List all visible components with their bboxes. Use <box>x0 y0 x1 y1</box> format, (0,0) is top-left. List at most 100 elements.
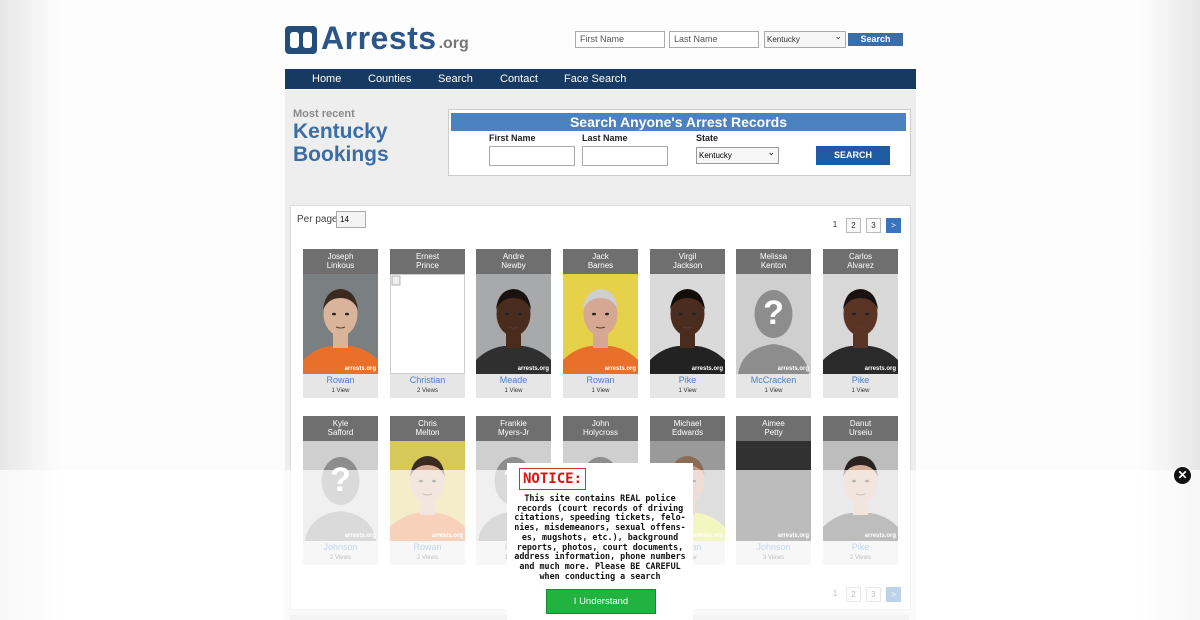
view-count: 2 Views <box>417 388 438 394</box>
mugshot-image[interactable]: arrests.org <box>563 274 638 374</box>
header-state-select[interactable]: Kentucky <box>764 29 846 48</box>
mugshot-image[interactable]: ? arrests.org <box>736 274 811 374</box>
booking-first-name: Kyle <box>332 419 349 428</box>
booking-first-name: Chris <box>418 419 437 428</box>
state-select[interactable]: Kentucky <box>696 145 779 164</box>
view-count: 1 View <box>591 388 610 394</box>
booking-card[interactable]: Melissa Kenton? arrests.org McCracken 1 View <box>736 249 811 398</box>
page-3[interactable]: 3 <box>866 218 881 233</box>
notice-title: NOTICE: <box>519 468 587 490</box>
booking-name[interactable]: Ernest Prince <box>390 249 465 274</box>
booking-first-name: Jack <box>592 252 609 261</box>
county-link[interactable]: Christian <box>390 375 465 385</box>
booking-last-name: Newby <box>501 261 526 270</box>
booking-card[interactable]: Joseph Linkous arrests.org Rowan 1 View <box>303 249 378 398</box>
view-count: 1 View <box>504 388 523 394</box>
booking-last-name: Urseiu <box>848 428 873 437</box>
booking-last-name: Linkous <box>326 261 355 270</box>
booking-first-name: Melissa <box>759 252 788 261</box>
mugshot-image[interactable]: arrests.org <box>303 274 378 374</box>
notice-line: when conducting a search <box>539 570 661 581</box>
booking-name[interactable]: Carlos Alvarez <box>823 249 898 274</box>
booking-name[interactable]: Frankie Myers-Jr <box>476 416 551 441</box>
view-count: 1 View <box>764 388 783 394</box>
per-page-label: Per page <box>297 214 338 225</box>
search-button[interactable]: SEARCH <box>816 146 890 165</box>
last-name-field[interactable] <box>582 146 668 166</box>
header-first-name-input[interactable]: First Name <box>575 31 665 48</box>
first-name-field[interactable] <box>489 146 575 166</box>
booking-last-name: Barnes <box>587 261 614 270</box>
booking-first-name: Aimee <box>762 419 785 428</box>
page-next[interactable]: > <box>886 218 901 233</box>
main-nav: Home Counties Search Contact Face Search <box>285 69 916 89</box>
header-search-button[interactable]: Search <box>848 33 903 46</box>
mugshot-image[interactable] <box>390 274 465 374</box>
booking-name[interactable]: Virgil Jackson <box>650 249 725 274</box>
booking-first-name: Danut <box>849 419 872 428</box>
mugshot-image[interactable]: arrests.org <box>476 274 551 374</box>
watermark: arrests.org <box>864 366 896 372</box>
county-link[interactable]: Pike <box>650 375 725 385</box>
i-understand-button[interactable]: I Understand <box>546 589 656 614</box>
view-count: 1 View <box>678 388 697 394</box>
booking-first-name: Frankie <box>500 419 527 428</box>
county-link[interactable]: Rowan <box>563 375 638 385</box>
county-link[interactable]: McCracken <box>736 375 811 385</box>
watermark: arrests.org <box>777 366 809 372</box>
county-link[interactable]: Meade <box>476 375 551 385</box>
most-recent-label: Most recent <box>293 108 355 120</box>
header-last-name-input[interactable]: Last Name <box>669 31 759 48</box>
booking-last-name: Holycross <box>582 428 619 437</box>
last-name-label: Last Name <box>582 133 628 143</box>
booking-last-name: Prince <box>416 261 439 270</box>
booking-name[interactable]: Michael Edwards <box>650 416 725 441</box>
nav-search[interactable]: Search <box>438 73 473 85</box>
booking-name[interactable]: Danut Urseiu <box>823 416 898 441</box>
state-label: State <box>696 133 719 143</box>
booking-card[interactable]: Jack Barnes arrests.org Rowan 1 View <box>563 249 638 398</box>
logo-text: Arrests <box>321 20 437 56</box>
nav-home[interactable]: Home <box>312 73 341 85</box>
nav-face-search[interactable]: Face Search <box>564 73 626 85</box>
page-1[interactable]: 1 <box>828 218 842 232</box>
booking-name[interactable]: Jack Barnes <box>563 249 638 274</box>
booking-first-name: John <box>591 419 610 428</box>
booking-first-name: Joseph <box>327 252 354 261</box>
booking-card[interactable]: Ernest Prince Christian 2 Views <box>390 249 465 398</box>
watermark: arrests.org <box>604 366 636 372</box>
page-title-state: Kentucky <box>293 120 388 143</box>
nav-counties[interactable]: Counties <box>368 73 411 85</box>
booking-last-name: Kenton <box>760 261 787 270</box>
page-title: Kentucky Bookings <box>293 120 389 166</box>
nav-contact[interactable]: Contact <box>500 73 538 85</box>
booking-card[interactable]: Andre Newby arrests.org Meade 1 View <box>476 249 551 398</box>
booking-name[interactable]: Chris Melton <box>390 416 465 441</box>
watermark: arrests.org <box>344 366 376 372</box>
booking-name[interactable]: Andre Newby <box>476 249 551 274</box>
handcuffs-icon <box>285 26 317 54</box>
close-icon[interactable]: ✕ <box>1173 466 1192 485</box>
booking-card[interactable]: Carlos Alvarez arrests.org Pike 1 View <box>823 249 898 398</box>
per-page-select[interactable]: 14 <box>336 211 366 228</box>
search-panel-heading: Search Anyone's Arrest Records <box>451 113 906 131</box>
first-name-label: First Name <box>489 133 536 143</box>
booking-name[interactable]: Joseph Linkous <box>303 249 378 274</box>
mugshot-image[interactable]: arrests.org <box>650 274 725 374</box>
booking-first-name: Michael <box>673 419 702 428</box>
mugshot-image[interactable]: arrests.org <box>823 274 898 374</box>
watermark: arrests.org <box>517 366 549 372</box>
county-link[interactable]: Pike <box>823 375 898 385</box>
booking-first-name: Andre <box>502 252 525 261</box>
booking-name[interactable]: Aimee Petty <box>736 416 811 441</box>
view-count: 1 View <box>331 388 350 394</box>
county-link[interactable]: Rowan <box>303 375 378 385</box>
site-logo[interactable]: Arrests .org <box>285 20 469 54</box>
booking-name[interactable]: Melissa Kenton <box>736 249 811 274</box>
booking-name[interactable]: Kyle Safford <box>303 416 378 441</box>
booking-card[interactable]: Virgil Jackson arrests.org Pike 1 View <box>650 249 725 398</box>
booking-last-name: Myers-Jr <box>497 428 530 437</box>
page-2[interactable]: 2 <box>846 218 861 233</box>
view-count: 1 View <box>851 388 870 394</box>
booking-name[interactable]: John Holycross <box>563 416 638 441</box>
